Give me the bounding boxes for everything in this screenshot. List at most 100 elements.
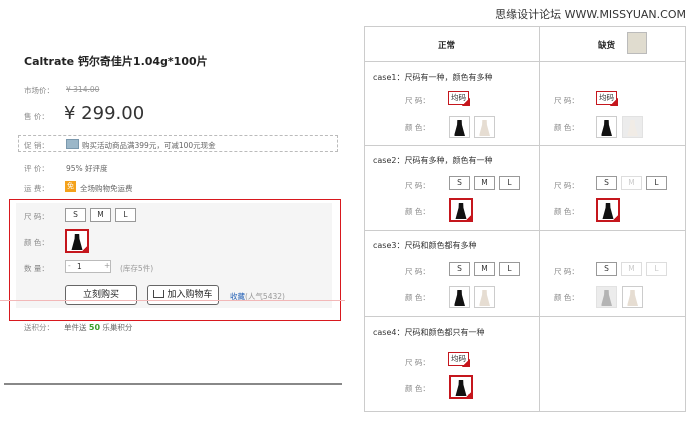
rating-text[interactable]: 95% 好评度 [66, 163, 108, 174]
case3-out-color-beige[interactable] [622, 286, 643, 308]
comparison-table [364, 26, 686, 412]
case1-color-black[interactable] [449, 116, 470, 138]
case2-out-size-m-unavailable: M [621, 176, 642, 190]
add-to-cart-button[interactable]: 加入购物车 [147, 285, 219, 305]
case1-one-size-selected[interactable]: 均码 [448, 91, 470, 106]
case1-out-size-label: 尺 码： [554, 96, 579, 105]
case3-size-label: 尺 码： [405, 267, 430, 276]
quantity-plus[interactable]: + [104, 261, 110, 270]
beige-dress-icon [627, 290, 638, 306]
case2-color-black-selected[interactable] [449, 198, 473, 222]
table-row-divider [364, 316, 686, 317]
quantity-minus[interactable]: - [68, 261, 71, 270]
case2-out-size-label: 尺 码： [554, 181, 579, 190]
black-dress-icon [601, 120, 612, 136]
table-row-divider [364, 61, 686, 62]
case2-color-label: 颜 色： [405, 207, 430, 216]
promo-text[interactable]: 购买活动商品满399元，可减100元现金 [82, 140, 216, 151]
table-row-divider [364, 145, 686, 146]
case3-size-l[interactable]: L [499, 262, 520, 276]
market-price: ¥ 314.00 [66, 85, 100, 94]
table-column-divider [539, 26, 540, 412]
guide-line [0, 300, 345, 301]
shipping-label: 运 费： [24, 184, 49, 193]
case2-size-l[interactable]: L [499, 176, 520, 190]
size-option-l[interactable]: L [115, 208, 136, 222]
case2-out-size-s[interactable]: S [596, 176, 617, 190]
column-header-normal: 正常 [438, 41, 456, 51]
market-price-label: 市场价： [24, 86, 54, 95]
case4-title: case4：尺码和颜色都只有一种 [373, 328, 485, 337]
table-row-divider [364, 230, 686, 231]
black-dress-icon [71, 234, 83, 250]
watermark-text: 思缘设计论坛 WWW.MISSYUAN.COM [495, 8, 686, 21]
case2-size-label: 尺 码： [405, 181, 430, 190]
points-value: 50 [88, 323, 101, 332]
case3-out-size-l-unavailable: L [646, 262, 667, 276]
out-of-stock-product-thumbnail [627, 32, 647, 54]
size-option-s[interactable]: S [65, 208, 86, 222]
case3-color-beige[interactable] [474, 286, 495, 308]
case2-title: case2：尺码有多种，颜色有一种 [373, 156, 493, 165]
size-label: 尺 码： [24, 212, 49, 221]
black-dress-icon [454, 120, 465, 136]
case3-out-color-label: 颜 色： [554, 293, 579, 302]
cart-icon [153, 290, 165, 298]
black-dress-icon [454, 290, 465, 306]
free-shipping-badge: 免 [65, 181, 76, 192]
case3-title: case3：尺码和颜色都有多种 [373, 241, 477, 250]
points-label: 送积分： [24, 323, 54, 332]
buy-now-button[interactable]: 立刻购买 [65, 285, 137, 305]
case3-size-s[interactable]: S [449, 262, 470, 276]
black-dress-icon [455, 203, 467, 219]
case4-color-black-selected[interactable] [449, 375, 473, 399]
points-row: 单件送 50 乐巢积分 [64, 322, 132, 333]
stock-text: (库存5件) [120, 264, 154, 273]
case2-size-m[interactable]: M [474, 176, 495, 190]
case1-color-beige[interactable] [474, 116, 495, 138]
black-dress-icon [455, 380, 467, 396]
case3-out-color-unavailable [596, 286, 617, 308]
quantity-input[interactable]: 1 [77, 262, 82, 271]
price-label: 售 价： [24, 112, 49, 121]
case3-color-black[interactable] [449, 286, 470, 308]
shipping-text: 全场购物免运费 [80, 184, 133, 193]
gray-dress-icon [601, 290, 612, 306]
case4-size-label: 尺 码： [405, 358, 430, 367]
case1-out-color-unavailable [622, 116, 643, 138]
case2-out-color-label: 颜 色： [554, 207, 579, 216]
case1-out-color-label: 颜 色： [554, 123, 579, 132]
color-label: 颜 色： [24, 238, 49, 247]
case1-title: case1：尺码有一种，颜色有多种 [373, 73, 493, 82]
points-suffix: 乐巢积分 [102, 323, 133, 332]
case2-out-color-black-selected[interactable] [596, 198, 620, 222]
add-to-cart-label: 加入购物车 [167, 290, 213, 300]
case1-out-color-black[interactable] [596, 116, 617, 138]
promo-image-icon [66, 139, 79, 149]
case3-color-label: 颜 色： [405, 293, 430, 302]
black-dress-icon [602, 203, 614, 219]
beige-dress-icon [627, 120, 638, 136]
column-header-out-of-stock: 缺货 [598, 41, 616, 51]
case4-one-size-selected[interactable]: 均码 [448, 352, 470, 367]
product-title: Caltrate 钙尔奇佳片1.04g*100片 [24, 55, 208, 68]
case1-out-one-size-selected[interactable]: 均码 [596, 91, 618, 106]
case1-size-label: 尺 码： [405, 96, 430, 105]
quantity-label: 数 量： [24, 264, 49, 273]
points-prefix: 单件送 [64, 323, 87, 332]
case3-size-m[interactable]: M [474, 262, 495, 276]
case4-color-label: 颜 色： [405, 384, 430, 393]
case2-out-size-l[interactable]: L [646, 176, 667, 190]
sale-price: ¥ 299.00 [64, 103, 145, 124]
case1-color-label: 颜 色： [405, 123, 430, 132]
beige-dress-icon [479, 120, 490, 136]
promo-label: 促 销： [24, 141, 49, 150]
beige-dress-icon [479, 290, 490, 306]
color-option-black-selected[interactable] [65, 229, 89, 253]
case3-out-size-m-unavailable: M [621, 262, 642, 276]
case2-size-s[interactable]: S [449, 176, 470, 190]
case3-out-size-s[interactable]: S [596, 262, 617, 276]
divider-line [4, 383, 342, 385]
size-option-m[interactable]: M [90, 208, 111, 222]
case3-out-size-label: 尺 码： [554, 267, 579, 276]
